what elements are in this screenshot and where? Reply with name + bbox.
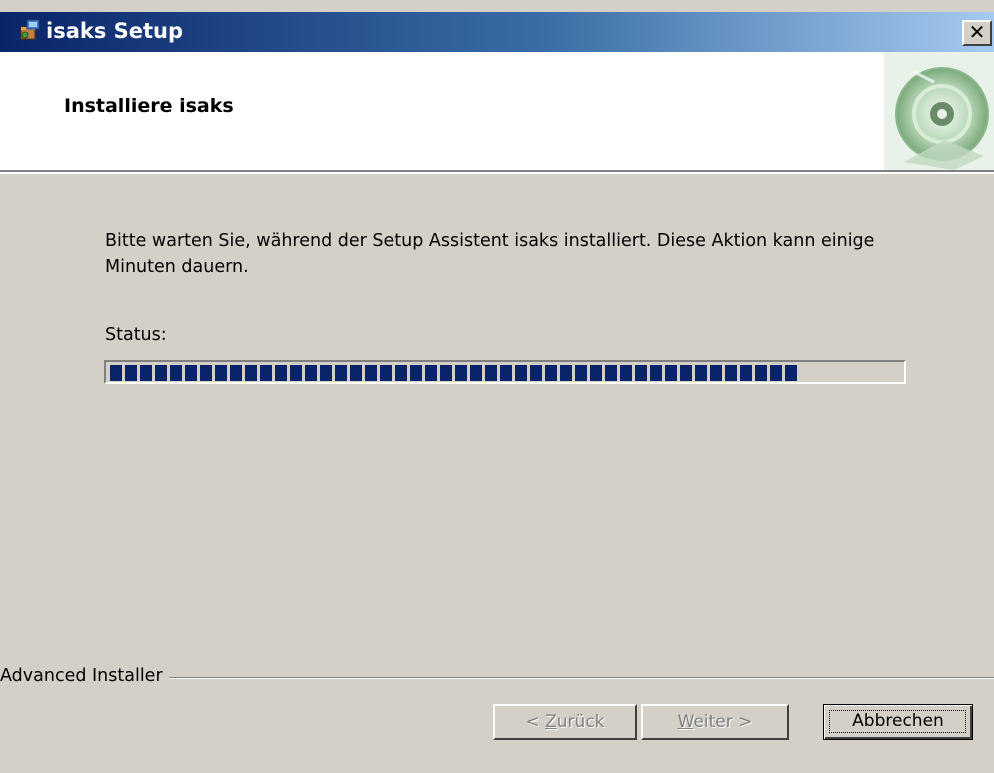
back-mnemonic: Z xyxy=(545,712,557,732)
close-button[interactable]: ✕ xyxy=(962,20,992,46)
install-progress-bar xyxy=(104,360,906,384)
window-title: isaks Setup xyxy=(46,19,184,43)
setup-disc-icon xyxy=(884,52,994,170)
setup-dialog: isaks Setup ✕ Installiere isaks Bitte wa… xyxy=(0,0,994,773)
title-bar[interactable]: isaks Setup ✕ xyxy=(0,12,994,52)
close-icon: ✕ xyxy=(968,20,986,44)
back-label-rest: urück xyxy=(556,712,605,732)
back-label-prefix: < xyxy=(525,712,546,732)
back-button[interactable]: < Zurück xyxy=(493,704,637,740)
next-button[interactable]: Weiter > xyxy=(641,704,789,740)
header-banner: Installiere isaks xyxy=(0,52,994,170)
installer-icon xyxy=(20,19,40,40)
next-label-rest: eiter > xyxy=(693,712,753,732)
cancel-button[interactable]: Abbrechen xyxy=(823,704,973,740)
status-label: Status: xyxy=(105,325,167,345)
page-title: Installiere isaks xyxy=(64,95,234,117)
progress-fill xyxy=(110,365,797,381)
next-mnemonic: W xyxy=(677,712,694,732)
header-divider xyxy=(0,170,994,174)
brand-label: Advanced Installer xyxy=(0,664,169,688)
install-description: Bitte warten Sie, während der Setup Assi… xyxy=(105,231,875,277)
cancel-label: Abbrechen xyxy=(852,711,944,731)
